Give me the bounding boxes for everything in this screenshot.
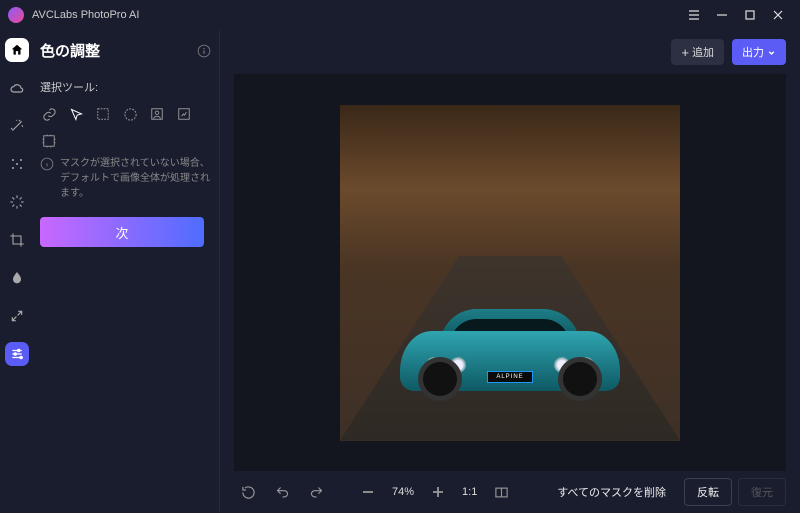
fit-screen-icon[interactable] bbox=[487, 478, 515, 506]
zoom-in-icon[interactable] bbox=[424, 478, 452, 506]
reset-icon[interactable] bbox=[234, 478, 262, 506]
delete-all-masks-button[interactable]: すべてのマスクを削除 bbox=[545, 478, 678, 506]
zoom-out-icon[interactable] bbox=[354, 478, 382, 506]
app-logo-icon bbox=[8, 7, 24, 23]
close-icon[interactable] bbox=[764, 1, 792, 29]
menu-icon[interactable] bbox=[680, 1, 708, 29]
cloud-icon[interactable] bbox=[5, 76, 29, 100]
side-panel: 色の調整 選択ツール: マスクが選択されていない場合、デフォルトで画像全体が処理… bbox=[34, 30, 220, 513]
output-button[interactable]: 出力 bbox=[732, 39, 786, 65]
rectangle-select-icon[interactable] bbox=[94, 105, 112, 123]
license-plate: ALPINE bbox=[487, 371, 533, 383]
undo-icon[interactable] bbox=[268, 478, 296, 506]
paint-drop-icon[interactable] bbox=[5, 266, 29, 290]
next-button[interactable]: 次 bbox=[40, 217, 204, 247]
magic-wand-icon[interactable] bbox=[5, 114, 29, 138]
preview-image: ALPINE bbox=[340, 105, 680, 441]
magic-enhance-icon[interactable] bbox=[5, 190, 29, 214]
crop-icon[interactable] bbox=[5, 228, 29, 252]
sparkle-dots-icon[interactable] bbox=[5, 152, 29, 176]
hint-text: マスクが選択されていない場合、デフォルトで画像全体が処理されます。 bbox=[60, 156, 211, 201]
minimize-icon[interactable] bbox=[708, 1, 736, 29]
pointer-select-icon[interactable] bbox=[67, 105, 85, 123]
object-select-icon[interactable] bbox=[175, 105, 193, 123]
titlebar: AVCLabs PhotoPro AI bbox=[0, 0, 800, 30]
zoom-value: 74% bbox=[392, 486, 414, 498]
app-title: AVCLabs PhotoPro AI bbox=[32, 9, 139, 21]
home-button[interactable] bbox=[5, 38, 29, 62]
info-icon[interactable] bbox=[197, 44, 211, 58]
image-viewport[interactable]: ALPINE bbox=[234, 74, 786, 471]
redo-icon[interactable] bbox=[302, 478, 330, 506]
expand-select-icon[interactable] bbox=[40, 132, 58, 150]
maximize-icon[interactable] bbox=[736, 1, 764, 29]
link-select-icon[interactable] bbox=[40, 105, 58, 123]
adjust-sliders-icon[interactable] bbox=[5, 342, 29, 366]
panel-title: 色の調整 bbox=[40, 40, 100, 61]
restore-button: 復元 bbox=[738, 478, 786, 506]
tool-rail bbox=[0, 30, 34, 513]
hint-info-icon bbox=[40, 157, 54, 171]
canvas-area: +追加 出力 ALPINE 74 bbox=[220, 30, 800, 513]
ratio-button[interactable]: 1:1 bbox=[462, 486, 477, 498]
expand-icon[interactable] bbox=[5, 304, 29, 328]
bottom-bar: 74% 1:1 すべてのマスクを削除 反転 復元 bbox=[220, 471, 800, 513]
invert-button[interactable]: 反転 bbox=[684, 478, 732, 506]
ellipse-select-icon[interactable] bbox=[121, 105, 139, 123]
add-button[interactable]: +追加 bbox=[671, 39, 724, 65]
selection-tools bbox=[40, 105, 211, 150]
person-select-icon[interactable] bbox=[148, 105, 166, 123]
selection-tools-label: 選択ツール: bbox=[40, 79, 211, 95]
